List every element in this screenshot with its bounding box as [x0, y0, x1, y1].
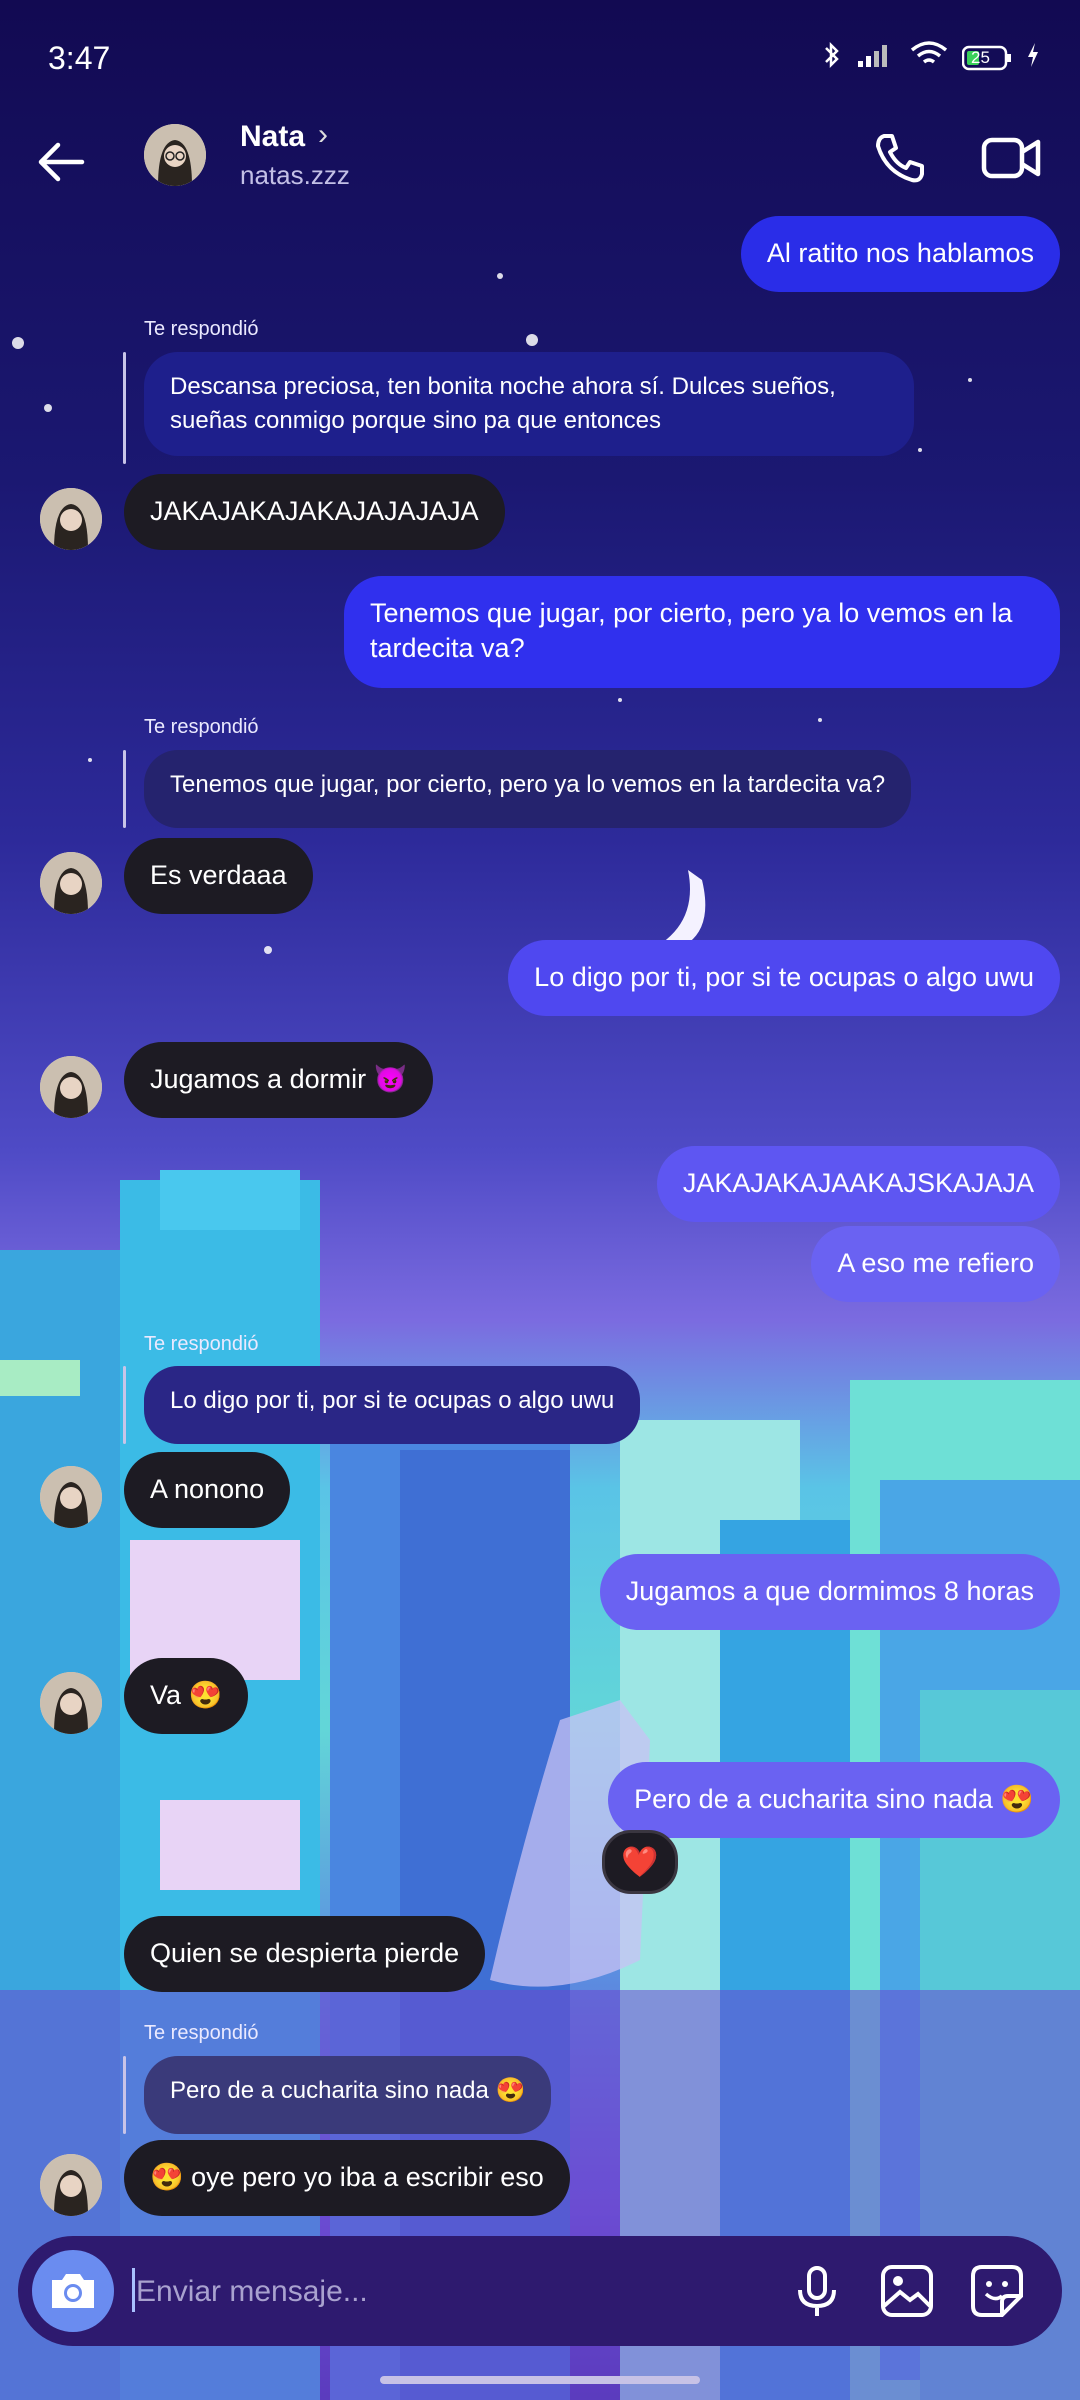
gallery-icon — [881, 2265, 933, 2317]
status-time: 3:47 — [48, 40, 111, 76]
back-button[interactable] — [34, 132, 94, 192]
gallery-button[interactable] — [878, 2262, 936, 2320]
replied-message[interactable]: Descansa preciosa, ten bonita noche ahor… — [144, 352, 914, 456]
message-outgoing[interactable]: Pero de a cucharita sino nada 😍 — [608, 1762, 1060, 1838]
status-bar: 3:47 25 — [0, 0, 1080, 110]
signal-icon — [856, 41, 896, 74]
reply-bar — [123, 352, 126, 464]
contact-avatar-small — [40, 1056, 102, 1118]
chat-header: Nata › natas.zzz — [0, 110, 1080, 220]
message-outgoing[interactable]: Tenemos que jugar, por cierto, pero ya l… — [344, 576, 1060, 688]
video-icon — [981, 137, 1041, 179]
microphone-icon — [798, 2266, 836, 2316]
message-outgoing[interactable]: A eso me refiero — [811, 1226, 1060, 1302]
message-outgoing[interactable]: Lo digo por ti, por si te ocupas o algo … — [508, 940, 1060, 1016]
sticker-button[interactable] — [968, 2262, 1026, 2320]
bluetooth-icon — [822, 40, 842, 75]
message-incoming[interactable]: JAKAJAKAJAKAJAJAJAJA — [124, 474, 505, 550]
contact-name[interactable]: Nata — [240, 120, 305, 154]
microphone-button[interactable] — [788, 2262, 846, 2320]
contact-avatar[interactable] — [144, 124, 206, 186]
replied-message[interactable]: Lo digo por ti, por si te ocupas o algo … — [144, 1366, 641, 1444]
message-incoming[interactable]: Es verdaaa — [124, 838, 313, 914]
reply-label: Te respondió — [144, 2022, 259, 2044]
back-arrow-icon — [38, 142, 85, 182]
contact-avatar-small — [40, 1672, 102, 1734]
message-input[interactable] — [132, 2264, 778, 2320]
message-outgoing[interactable]: Jugamos a que dormimos 8 horas — [599, 1554, 1060, 1630]
heart-reaction[interactable]: ❤️ — [602, 1830, 678, 1894]
battery-level: 25 — [971, 47, 990, 67]
contact-avatar-small — [40, 1466, 102, 1528]
contact-handle[interactable]: natas.zzz — [240, 160, 350, 191]
camera-button[interactable] — [32, 2250, 114, 2332]
camera-icon — [52, 2274, 94, 2308]
voice-call-button[interactable] — [870, 128, 930, 188]
charging-icon — [1026, 42, 1040, 73]
message-outgoing[interactable]: Al ratito nos hablamos — [740, 216, 1060, 292]
replied-message[interactable]: Pero de a cucharita sino nada 😍 — [144, 2056, 552, 2134]
reply-bar — [123, 750, 126, 828]
contact-avatar-small — [40, 2154, 102, 2216]
message-incoming[interactable]: 😍 oye pero yo iba a escribir eso — [124, 2140, 570, 2216]
phone-icon — [876, 134, 924, 183]
message-incoming[interactable]: Va 😍 — [124, 1658, 249, 1734]
message-incoming[interactable]: A nonono — [124, 1452, 291, 1528]
message-incoming[interactable]: Quien se despierta pierde — [124, 1916, 486, 1992]
reply-label: Te respondió — [144, 318, 259, 340]
sticker-icon — [971, 2265, 1023, 2317]
video-call-button[interactable] — [980, 128, 1042, 188]
wifi-icon — [910, 40, 948, 75]
reply-label: Te respondió — [144, 716, 259, 738]
contact-avatar-small — [40, 852, 102, 914]
reply-bar — [123, 2056, 126, 2134]
message-incoming[interactable]: Jugamos a dormir 😈 — [124, 1042, 434, 1118]
status-icons: 25 — [822, 40, 1040, 75]
message-outgoing[interactable]: JAKAJAKAJAAKAJSKAJAJA — [656, 1146, 1060, 1222]
battery-icon: 25 — [961, 45, 1012, 71]
replied-message[interactable]: Tenemos que jugar, por cierto, pero ya l… — [144, 750, 912, 828]
reply-bar — [123, 1366, 126, 1444]
chevron-right-icon[interactable]: › — [318, 118, 328, 152]
message-composer — [18, 2236, 1062, 2346]
home-indicator[interactable] — [380, 2376, 700, 2384]
contact-avatar-small — [40, 488, 102, 550]
reply-label: Te respondió — [144, 1333, 259, 1355]
